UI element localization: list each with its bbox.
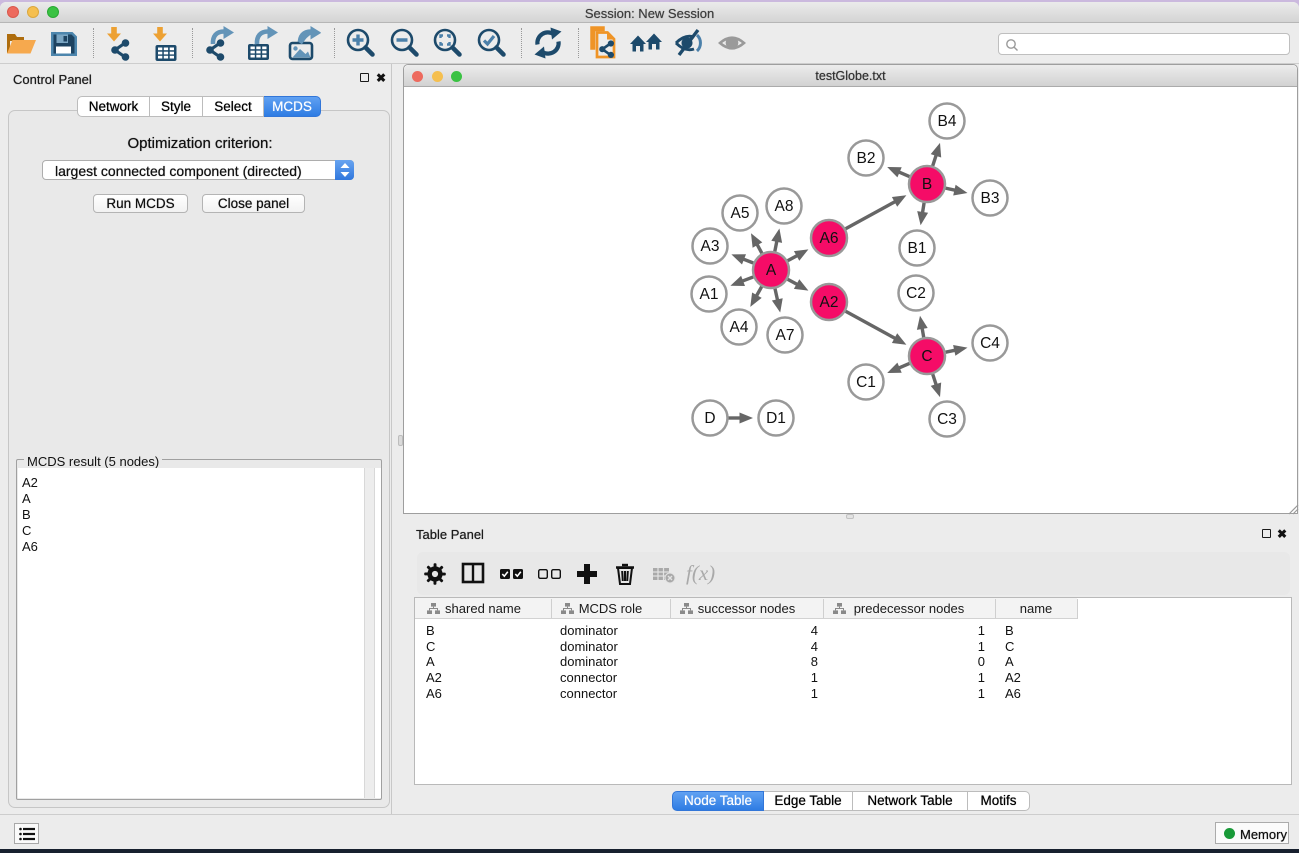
svg-text:B2: B2	[857, 150, 876, 167]
svg-text:A6: A6	[820, 230, 839, 247]
svg-text:D: D	[704, 410, 715, 427]
svg-text:A3: A3	[701, 238, 720, 255]
svg-text:C4: C4	[980, 335, 1000, 352]
svg-text:f(x): f(x)	[686, 561, 715, 585]
svg-text:C2: C2	[906, 285, 926, 302]
svg-text:A4: A4	[730, 319, 749, 336]
svg-text:A1: A1	[700, 286, 719, 303]
svg-text:C1: C1	[856, 374, 876, 391]
svg-text:A7: A7	[776, 327, 795, 344]
svg-text:B: B	[922, 176, 932, 193]
svg-text:B1: B1	[908, 240, 927, 257]
svg-text:C: C	[921, 348, 932, 365]
svg-text:A: A	[766, 262, 777, 279]
svg-text:D1: D1	[766, 410, 786, 427]
svg-text:C3: C3	[937, 411, 957, 428]
svg-text:B4: B4	[938, 113, 957, 130]
svg-text:A5: A5	[731, 205, 750, 222]
svg-text:A2: A2	[820, 294, 839, 311]
svg-text:B3: B3	[981, 190, 1000, 207]
svg-text:A8: A8	[775, 198, 794, 215]
